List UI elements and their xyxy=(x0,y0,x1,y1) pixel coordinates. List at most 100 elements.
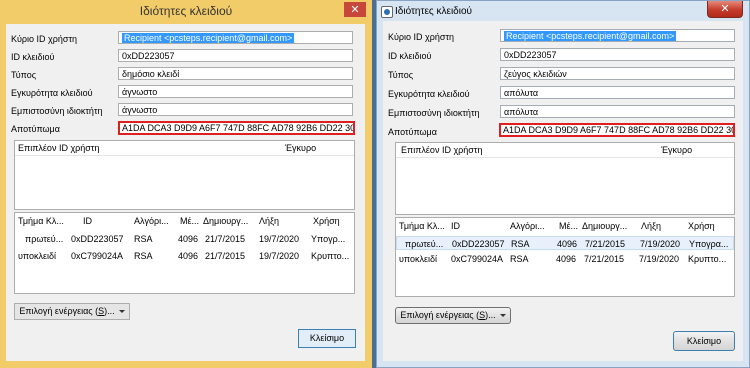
key-validity-label: Εγκυρότητα κλειδιού xyxy=(388,89,470,99)
column-header[interactable]: ID xyxy=(83,216,92,226)
close-button[interactable]: Κλείσιμο xyxy=(298,329,356,348)
column-header[interactable]: Επιπλέον ID χρήστη xyxy=(401,145,482,155)
key-id-field[interactable]: 0xDD223057 xyxy=(500,48,735,61)
column-header[interactable]: Λήξη xyxy=(641,221,661,231)
type-label: Τύπος xyxy=(388,70,414,80)
cell: 21/7/2015 xyxy=(205,251,246,261)
primary-user-id-label: Κύριο ID χρήστη xyxy=(388,32,455,42)
dialog-client-area: Κύριο ID χρήστη Recipient <pcsteps.recip… xyxy=(6,24,365,361)
cell: 19/7/2020 xyxy=(259,234,300,244)
cell: 4096 xyxy=(178,251,199,261)
cell: 7/19/2020 xyxy=(639,254,680,264)
column-header[interactable]: Χρήση xyxy=(688,221,715,231)
fingerprint-label: Αποτύπωμα xyxy=(11,124,60,134)
column-header[interactable]: Τμήμα Κλ... xyxy=(399,221,445,231)
close-icon[interactable]: ✕ xyxy=(707,1,743,18)
title-bar[interactable]: Ιδιότητες κλειδιού ✕ xyxy=(0,0,372,24)
column-header[interactable]: Έγκυρο xyxy=(285,143,316,153)
cell: RSA xyxy=(134,251,153,261)
table-header: Επιπλέον ID χρήστη Έγκυρο xyxy=(396,143,734,158)
select-action-label: Επιλογή ενέργειας ( xyxy=(19,306,99,316)
cell: 21/7/2015 xyxy=(205,234,246,244)
primary-user-id-field[interactable]: Recipient <pcsteps.recipient@gmail.com> xyxy=(500,29,735,42)
cell: RSA xyxy=(134,234,153,244)
fingerprint-field[interactable]: A1DA DCA3 D9D9 A6F7 747D 88FC AD78 92B6 … xyxy=(499,123,735,137)
key-properties-window-right: Ιδιότητες κλειδιού ✕ Κύριο ID χρήστη Rec… xyxy=(376,0,750,368)
cell: RSA xyxy=(510,254,529,264)
dialog-client-area: Κύριο ID χρήστη Recipient <pcsteps.recip… xyxy=(383,21,743,361)
primary-user-id-value: Recipient <pcsteps.recipient@gmail.com> xyxy=(504,31,677,41)
key-validity-field[interactable]: άγνωστο xyxy=(118,85,353,98)
table-row[interactable]: υποκλειδί 0xC799024A RSA 4096 21/7/2015 … xyxy=(15,249,354,263)
cell: 0xDD223057 xyxy=(452,239,505,249)
cell: 4096 xyxy=(178,234,199,244)
cell: υποκλειδί xyxy=(18,251,57,261)
subkeys-table[interactable]: Τμήμα Κλ... ID Αλγόρι... Μέ... Δημιουργ.… xyxy=(14,212,355,294)
type-field[interactable]: ζεύγος κλειδιών xyxy=(500,67,735,80)
select-action-label: Επιλογή ενέργειας ( xyxy=(400,310,480,320)
column-header[interactable]: Επιπλέον ID χρήστη xyxy=(18,143,99,153)
column-header[interactable]: Δημιουργ... xyxy=(582,221,627,231)
window-title: Ιδιότητες κλειδιού xyxy=(139,4,233,18)
owner-trust-label: Εμπιστοσύνη ιδιοκτήτη xyxy=(11,106,103,116)
cell: Υπογρα... xyxy=(689,239,729,249)
dropdown-arrow-icon xyxy=(118,310,125,314)
fingerprint-label: Αποτύπωμα xyxy=(388,127,437,137)
owner-trust-field[interactable]: άγνωστο xyxy=(118,103,353,116)
key-validity-field[interactable]: απόλυτα xyxy=(500,86,735,99)
key-id-field[interactable]: 0xDD223057 xyxy=(118,49,353,62)
cell: RSA xyxy=(511,239,530,249)
table-header: Επιπλέον ID χρήστη Έγκυρο xyxy=(15,141,354,156)
table-row[interactable]: υποκλειδί 0xC799024A RSA 4096 7/21/2015 … xyxy=(396,252,734,266)
cell: 0xC799024A xyxy=(451,254,504,264)
cell: 0xDD223057 xyxy=(71,234,124,244)
column-header[interactable]: Λήξη xyxy=(259,216,279,226)
key-id-label: ID κλειδιού xyxy=(388,51,432,61)
column-header[interactable]: Έγκυρο xyxy=(661,145,692,155)
cell: 4096 xyxy=(557,239,578,249)
table-header: Τμήμα Κλ... ID Αλγόρι... Μέ... Δημιουργ.… xyxy=(396,218,734,234)
column-header[interactable]: Αλγόρι... xyxy=(510,221,545,231)
cell: πρωτεύ... xyxy=(405,239,444,249)
close-button[interactable]: Κλείσιμο xyxy=(673,331,735,351)
cell: 0xC799024A xyxy=(71,251,124,261)
table-header: Τμήμα Κλ... ID Αλγόρι... Μέ... Δημιουργ.… xyxy=(15,213,354,229)
owner-trust-field[interactable]: απόλυτα xyxy=(500,105,735,118)
primary-user-id-value: Recipient <pcsteps.recipient@gmail.com> xyxy=(122,33,295,43)
column-header[interactable]: Χρήση xyxy=(313,216,340,226)
cell: Κρυπτο... xyxy=(311,251,350,261)
cell: Κρυπτο... xyxy=(688,254,727,264)
cell: 7/21/2015 xyxy=(585,239,626,249)
cell: 4096 xyxy=(556,254,577,264)
cell: 19/7/2020 xyxy=(259,251,300,261)
type-label: Τύπος xyxy=(11,70,37,80)
cell: 7/21/2015 xyxy=(584,254,625,264)
dropdown-arrow-icon xyxy=(499,314,506,318)
type-field[interactable]: δημόσιο κλειδί xyxy=(118,67,353,80)
subkeys-table[interactable]: Τμήμα Κλ... ID Αλγόρι... Μέ... Δημιουργ.… xyxy=(395,217,735,297)
key-properties-window-left: Ιδιότητες κλειδιού ✕ Κύριο ID χρήστη Rec… xyxy=(0,0,372,368)
key-validity-label: Εγκυρότητα κλειδιού xyxy=(11,88,93,98)
close-icon[interactable]: ✕ xyxy=(344,2,366,17)
column-header[interactable]: Δημιουργ... xyxy=(203,216,248,226)
select-action-label-end: )... xyxy=(485,310,496,320)
column-header[interactable]: Αλγόρι... xyxy=(134,216,169,226)
app-icon xyxy=(381,6,393,18)
column-header[interactable]: Μέ... xyxy=(559,221,578,231)
additional-user-ids-table[interactable]: Επιπλέον ID χρήστη Έγκυρο xyxy=(395,142,735,215)
cell: υποκλειδί xyxy=(399,254,438,264)
fingerprint-field[interactable]: A1DA DCA3 D9D9 A6F7 747D 88FC AD78 92B6 … xyxy=(118,121,355,135)
select-action-label-end: )... xyxy=(104,306,115,316)
select-action-button[interactable]: Επιλογή ενέργειας (S)... xyxy=(14,303,130,320)
primary-user-id-field[interactable]: Recipient <pcsteps.recipient@gmail.com> xyxy=(118,31,353,44)
cell: πρωτεύ... xyxy=(25,234,64,244)
cell: Υπογρ... xyxy=(311,234,346,244)
column-header[interactable]: Μέ... xyxy=(180,216,199,226)
owner-trust-label: Εμπιστοσύνη ιδιοκτήτη xyxy=(388,108,480,118)
select-action-button[interactable]: Επιλογή ενέργειας (S)... xyxy=(395,307,511,324)
table-row[interactable]: πρωτεύ... 0xDD223057 RSA 4096 21/7/2015 … xyxy=(15,232,354,246)
table-row[interactable]: πρωτεύ... 0xDD223057 RSA 4096 7/21/2015 … xyxy=(396,236,734,250)
column-header[interactable]: Τμήμα Κλ... xyxy=(18,216,64,226)
column-header[interactable]: ID xyxy=(451,221,460,231)
additional-user-ids-table[interactable]: Επιπλέον ID χρήστη Έγκυρο xyxy=(14,140,355,210)
